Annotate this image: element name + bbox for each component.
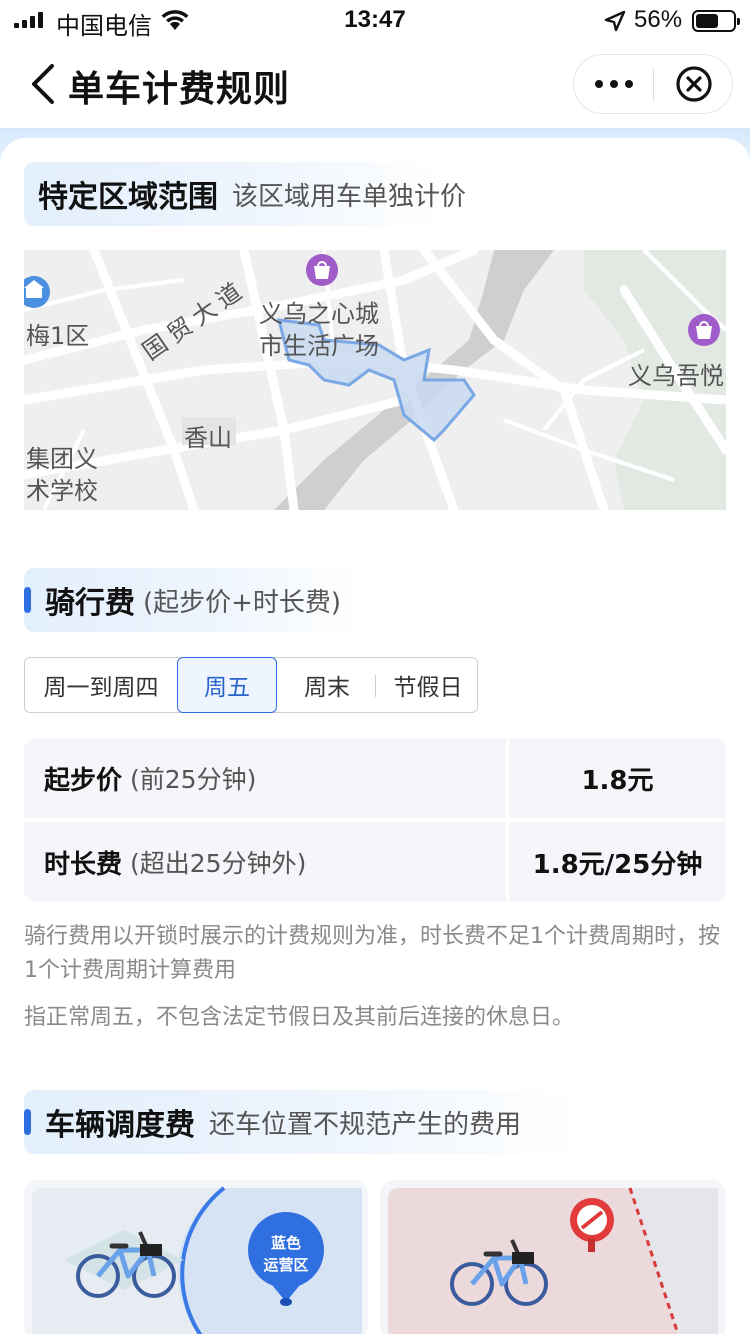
price-item-name: 时长费 (44, 849, 123, 880)
page-title: 单车计费规则 (68, 69, 291, 110)
dispatch-card-no-parking (380, 1180, 726, 1334)
day-tabs: 周一到周四 周五 周末 节假日 (24, 657, 478, 713)
friday-note: 指正常周五，不包含法定节假日及其前后连接的休息日。 (24, 1005, 575, 1030)
map-label-school-line1: 集团义 (26, 445, 98, 473)
ride-section-header: 骑行费 (起步价+时长费) (24, 568, 364, 632)
miniapp-capsule (573, 54, 733, 114)
table-row: 起步价 (前25分钟) 1.8元 (24, 738, 726, 818)
close-button[interactable] (654, 55, 733, 113)
tab-weekend[interactable]: 周末 (277, 657, 377, 713)
dispatch-section-subtitle: 还车位置不规范产生的费用 (209, 1109, 522, 1140)
tab-mon-thu[interactable]: 周一到周四 (25, 657, 177, 713)
battery-percent: 56% (634, 6, 683, 33)
location-arrow-icon (604, 10, 626, 32)
map-label-wuyue: 义乌吾悦 (628, 362, 724, 390)
price-item-value: 1.8元/25分钟 (509, 822, 726, 902)
section-accent-bar (24, 587, 31, 613)
price-item-note: (超出25分钟外) (130, 849, 307, 878)
price-item-value: 1.8元 (509, 738, 726, 818)
no-parking-illustration (388, 1187, 718, 1334)
price-item-name: 起步价 (44, 765, 123, 796)
chevron-left-icon (32, 64, 54, 104)
dispatch-section-header: 车辆调度费 还车位置不规范产生的费用 (24, 1090, 584, 1154)
pin-label-line2: 运营区 (263, 1256, 309, 1274)
pin-label-line1: 蓝色 (270, 1234, 301, 1252)
section-accent-bar (24, 1109, 31, 1135)
table-row: 时长费 (超出25分钟外) 1.8元/25分钟 (24, 822, 726, 902)
zone-section-header: 特定区域范围 该区域用车单独计价 (24, 162, 466, 226)
map-label-district: 梅1区 (26, 322, 90, 350)
zone-section-subtitle: 该区域用车单独计价 (232, 181, 467, 212)
ride-section-subtitle: (起步价+时长费) (143, 587, 342, 618)
map-roads (24, 250, 726, 510)
dispatch-card-operating-zone: 蓝色 运营区 (24, 1180, 368, 1334)
more-dots-icon (594, 80, 603, 88)
tab-divider (375, 675, 376, 697)
close-circle-icon (675, 66, 712, 102)
map-label-hill: 香山 (184, 424, 232, 452)
dispatch-section-title: 车辆调度费 (45, 1108, 195, 1143)
price-item-cell: 时长费 (超出25分钟外) (24, 822, 506, 902)
price-table: 起步价 (前25分钟) 1.8元 时长费 (超出25分钟外) 1.8元/25分钟 (24, 738, 726, 902)
zone-map[interactable]: 义乌之心城 市生活广场 国贸大道 梅1区 香山 集团义 术学校 义乌吾悦 (24, 250, 726, 510)
map-label-plaza: 市生活广场 (259, 332, 379, 360)
navigation-bar: 单车计费规则 (0, 40, 750, 130)
zone-section-title: 特定区域范围 (38, 180, 218, 215)
billing-note: 骑行费用以开锁时展示的计费规则为准，时长费不足1个计费周期时，按1个计费周期计算… (24, 924, 720, 983)
tab-friday[interactable]: 周五 (177, 657, 277, 713)
map-label-school-line2: 术学校 (26, 477, 98, 505)
ride-section-title: 骑行费 (45, 586, 135, 621)
price-item-cell: 起步价 (前25分钟) (24, 738, 506, 818)
battery-icon (692, 10, 740, 32)
tab-holiday[interactable]: 节假日 (377, 657, 479, 713)
more-button[interactable] (574, 55, 653, 113)
map-label-mall: 义乌之心城 (259, 300, 379, 328)
more-dots-icon (609, 80, 618, 88)
back-button[interactable] (26, 62, 60, 106)
status-bar: 中国电信 13:47 56% (0, 0, 750, 40)
price-item-note: (前25分钟) (130, 765, 257, 794)
more-dots-icon (624, 80, 633, 88)
